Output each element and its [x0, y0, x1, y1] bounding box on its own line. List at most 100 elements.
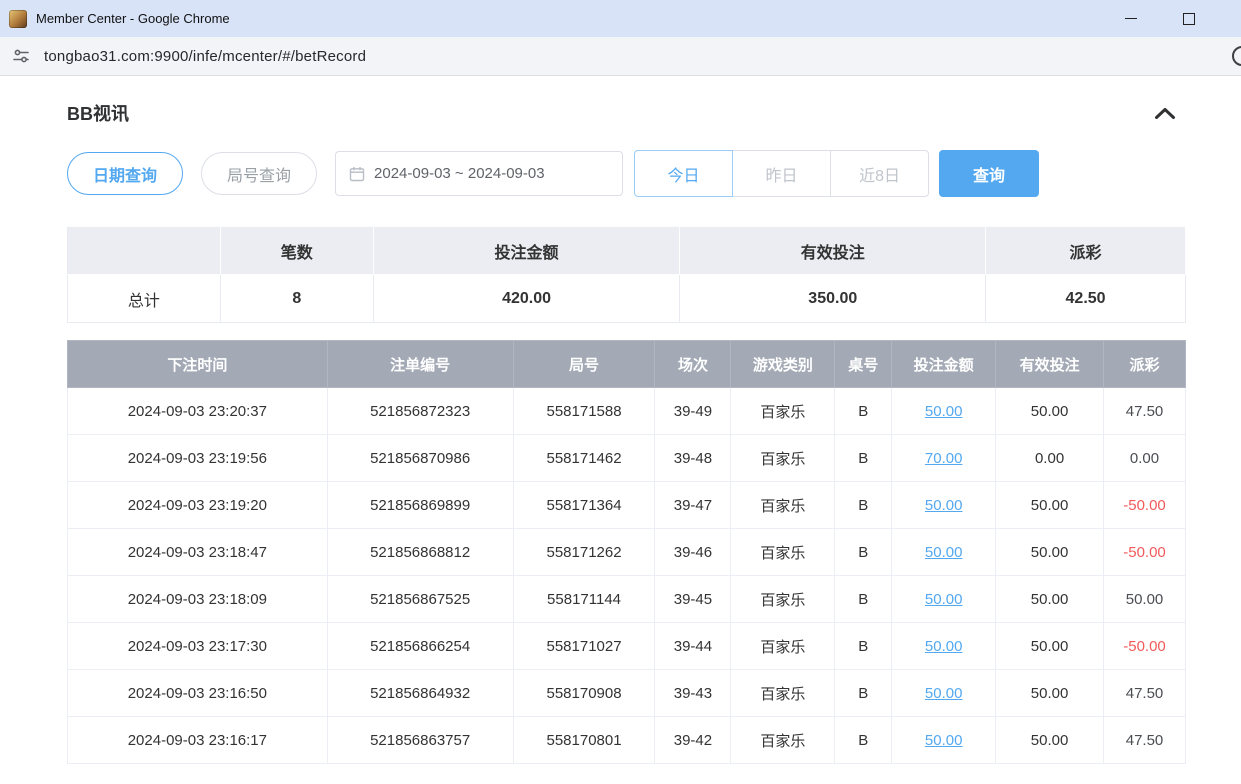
bet-amount-link[interactable]: 50.00 [892, 623, 996, 670]
valid-bet-cell: 50.00 [996, 576, 1104, 623]
date-range-value: 2024-09-03 ~ 2024-09-03 [374, 165, 545, 182]
summary-header-count: 笔数 [220, 227, 373, 275]
summary-total-label: 总计 [68, 275, 221, 323]
session-cell: 39-44 [655, 623, 731, 670]
bet-amount-link[interactable]: 50.00 [892, 717, 996, 764]
table-no-cell: B [835, 576, 892, 623]
bet-amount-link[interactable]: 50.00 [892, 576, 996, 623]
bet-id-cell: 521856864932 [327, 670, 513, 717]
bet-record-page: BB视讯 日期查询 局号查询 2024-09-03 ~ 2024-09-03 今… [0, 76, 1241, 764]
col-header-session: 场次 [655, 341, 731, 388]
summary-header-row: 笔数 投注金额 有效投注 派彩 [68, 227, 1186, 275]
valid-bet-cell: 50.00 [996, 482, 1104, 529]
payout-cell: 50.00 [1104, 576, 1186, 623]
round-no-cell: 558171364 [513, 482, 655, 529]
bet-time-cell: 2024-09-03 23:17:30 [68, 623, 328, 670]
url-text[interactable]: tongbao31.com:9900/infe/mcenter/#/betRec… [44, 48, 366, 65]
round-no-cell: 558171462 [513, 435, 655, 482]
game-type-cell: 百家乐 [731, 623, 835, 670]
bet-amount-link[interactable]: 50.00 [892, 388, 996, 435]
valid-bet-cell: 50.00 [996, 388, 1104, 435]
section-header: BB视讯 [67, 100, 1186, 126]
summary-header-valid-bet: 有效投注 [680, 227, 986, 275]
date-range-input[interactable]: 2024-09-03 ~ 2024-09-03 [335, 151, 623, 196]
table-row: 2024-09-03 23:18:09 521856867525 5581711… [68, 576, 1186, 623]
session-cell: 39-48 [655, 435, 731, 482]
bet-amount-link[interactable]: 50.00 [892, 529, 996, 576]
summary-total-row: 总计 8 420.00 350.00 42.50 [68, 275, 1186, 323]
col-header-bet-id: 注单编号 [327, 341, 513, 388]
window-title: Member Center - Google Chrome [36, 11, 230, 26]
payout-cell: 47.50 [1104, 388, 1186, 435]
round-query-tab[interactable]: 局号查询 [201, 152, 317, 195]
col-header-round-no: 局号 [513, 341, 655, 388]
game-type-cell: 百家乐 [731, 717, 835, 764]
browser-toolbar: tongbao31.com:9900/infe/mcenter/#/betRec… [0, 37, 1241, 76]
bet-amount-link[interactable]: 50.00 [892, 482, 996, 529]
bet-id-cell: 521856868812 [327, 529, 513, 576]
payout-cell: -50.00 [1104, 529, 1186, 576]
bet-time-cell: 2024-09-03 23:19:20 [68, 482, 328, 529]
bet-time-cell: 2024-09-03 23:16:17 [68, 717, 328, 764]
calendar-icon [349, 166, 365, 182]
summary-total-valid-bet: 350.00 [680, 275, 986, 323]
maximize-button[interactable] [1183, 13, 1195, 25]
yesterday-button[interactable]: 昨日 [732, 150, 831, 197]
session-cell: 39-46 [655, 529, 731, 576]
round-no-cell: 558171262 [513, 529, 655, 576]
window-titlebar: Member Center - Google Chrome [0, 0, 1241, 37]
col-header-payout: 派彩 [1104, 341, 1186, 388]
summary-corner-cell [68, 227, 221, 275]
session-cell: 39-47 [655, 482, 731, 529]
profile-icon[interactable] [1232, 46, 1241, 66]
table-no-cell: B [835, 482, 892, 529]
summary-total-bet-amount: 420.00 [373, 275, 680, 323]
round-no-cell: 558171144 [513, 576, 655, 623]
bet-id-cell: 521856863757 [327, 717, 513, 764]
valid-bet-cell: 50.00 [996, 529, 1104, 576]
filter-row: 日期查询 局号查询 2024-09-03 ~ 2024-09-03 今日 昨日 … [67, 150, 1186, 197]
col-header-bet-amount: 投注金额 [892, 341, 996, 388]
valid-bet-cell: 50.00 [996, 717, 1104, 764]
bet-id-cell: 521856866254 [327, 623, 513, 670]
today-button[interactable]: 今日 [634, 150, 733, 197]
round-no-cell: 558170908 [513, 670, 655, 717]
minimize-button[interactable] [1125, 18, 1137, 19]
bet-time-cell: 2024-09-03 23:16:50 [68, 670, 328, 717]
valid-bet-cell: 50.00 [996, 623, 1104, 670]
bet-table-header-row: 下注时间 注单编号 局号 场次 游戏类别 桌号 投注金额 有效投注 派彩 [68, 341, 1186, 388]
table-row: 2024-09-03 23:16:50 521856864932 5581709… [68, 670, 1186, 717]
game-type-cell: 百家乐 [731, 388, 835, 435]
game-type-cell: 百家乐 [731, 435, 835, 482]
bet-time-cell: 2024-09-03 23:19:56 [68, 435, 328, 482]
table-row: 2024-09-03 23:16:17 521856863757 5581708… [68, 717, 1186, 764]
last-8-days-button[interactable]: 近8日 [830, 150, 929, 197]
bet-id-cell: 521856870986 [327, 435, 513, 482]
bet-record-table: 下注时间 注单编号 局号 场次 游戏类别 桌号 投注金额 有效投注 派彩 202… [67, 340, 1186, 764]
session-cell: 39-43 [655, 670, 731, 717]
summary-header-bet-amount: 投注金额 [373, 227, 680, 275]
game-type-cell: 百家乐 [731, 576, 835, 623]
col-header-bet-time: 下注时间 [68, 341, 328, 388]
game-type-cell: 百家乐 [731, 482, 835, 529]
summary-header-payout: 派彩 [986, 227, 1186, 275]
valid-bet-cell: 0.00 [996, 435, 1104, 482]
site-favicon [9, 10, 27, 28]
round-no-cell: 558170801 [513, 717, 655, 764]
bet-id-cell: 521856872323 [327, 388, 513, 435]
date-query-tab[interactable]: 日期查询 [67, 152, 183, 195]
col-header-table-no: 桌号 [835, 341, 892, 388]
payout-cell: 47.50 [1104, 717, 1186, 764]
table-row: 2024-09-03 23:19:56 521856870986 5581714… [68, 435, 1186, 482]
valid-bet-cell: 50.00 [996, 670, 1104, 717]
game-type-cell: 百家乐 [731, 529, 835, 576]
table-no-cell: B [835, 529, 892, 576]
table-row: 2024-09-03 23:20:37 521856872323 5581715… [68, 388, 1186, 435]
search-button[interactable]: 查询 [939, 150, 1039, 197]
collapse-chevron-up-icon[interactable] [1154, 107, 1176, 120]
bet-amount-link[interactable]: 50.00 [892, 670, 996, 717]
bet-amount-link[interactable]: 70.00 [892, 435, 996, 482]
table-no-cell: B [835, 717, 892, 764]
site-settings-icon[interactable] [11, 46, 31, 66]
window-controls [1125, 0, 1241, 37]
